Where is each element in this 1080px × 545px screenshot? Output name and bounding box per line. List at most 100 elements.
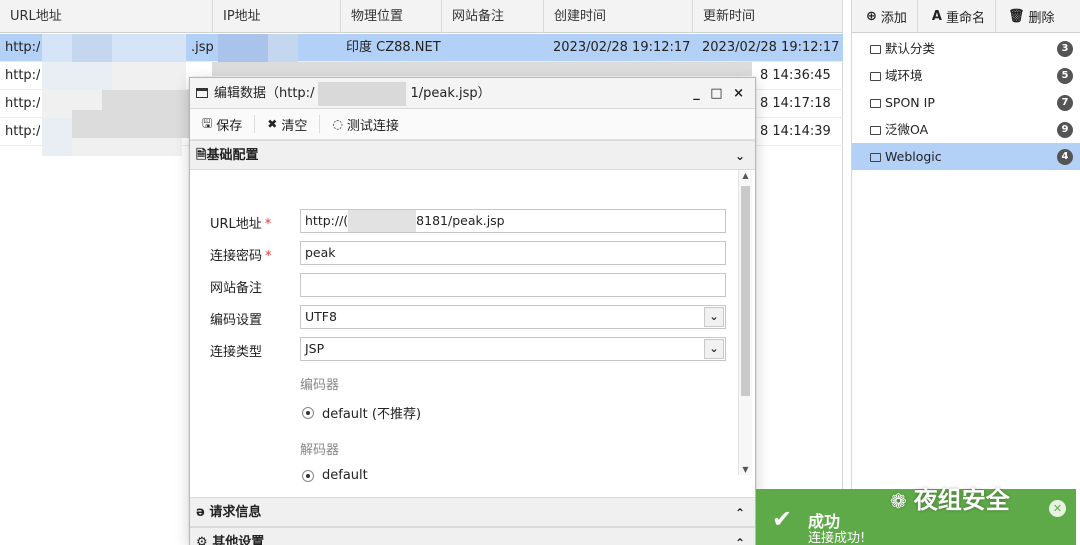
encoder-heading: 编码器 bbox=[300, 378, 340, 393]
password-label: 连接密码 * bbox=[210, 249, 272, 264]
clear-button[interactable]: ✖ 清空 bbox=[255, 115, 321, 134]
cell-created: 2023/02/28 19:12:17 bbox=[553, 40, 691, 55]
chevron-down-icon: ⌄ bbox=[734, 149, 745, 163]
category-label: 默认分类 bbox=[885, 41, 936, 56]
cell-location: 印度 CZ88.NET bbox=[346, 40, 441, 55]
section-other-settings[interactable]: ⚙ 其他设置 ⌃ bbox=[190, 527, 755, 545]
note-input[interactable] bbox=[300, 273, 726, 297]
spinner-icon: ◌ bbox=[332, 117, 343, 131]
chevron-up-icon: ⌃ bbox=[734, 536, 745, 545]
cell-url: http:/ bbox=[5, 68, 41, 83]
edit-data-dialog: 编辑数据（http:/ 1/peak.jsp） _ □ × 🖫 保存 ✖ 清空 ◌ 测试… bbox=[189, 77, 756, 545]
cell-updated: 8 14:17:18 bbox=[760, 96, 831, 111]
save-label: 保存 bbox=[216, 118, 243, 134]
chevron-down-icon: ⌄ bbox=[704, 339, 724, 359]
category-label: 泛微OA bbox=[885, 122, 929, 137]
category-item-domain[interactable]: 域环境 5 bbox=[852, 62, 1080, 89]
url-input[interactable]: http://(8181/peak.jsp bbox=[300, 209, 726, 233]
folder-icon bbox=[870, 72, 881, 81]
add-label: 添加 bbox=[880, 10, 907, 26]
window-controls[interactable]: _ □ × bbox=[693, 78, 747, 109]
plus-circle-icon: ⊕ bbox=[866, 8, 877, 24]
floppy-icon: 🖫 bbox=[202, 115, 213, 130]
category-item-spon-ip[interactable]: SPON IP 7 bbox=[852, 89, 1080, 116]
category-count-badge: 3 bbox=[1057, 41, 1073, 57]
close-icon: ✖ bbox=[267, 117, 278, 131]
watermark: ❁ 夜组安全 bbox=[890, 486, 1010, 514]
toast-message: 连接成功! bbox=[808, 531, 866, 545]
col-url[interactable]: URL地址 bbox=[0, 0, 213, 33]
category-item-weblogic[interactable]: Weblogic 4 bbox=[852, 143, 1080, 170]
cell-updated: 2023/02/28 19:12:17 bbox=[702, 40, 840, 55]
col-location[interactable]: 物理位置 bbox=[341, 0, 442, 33]
chevron-up-icon: ⌃ bbox=[734, 506, 745, 520]
col-created[interactable]: 创建时间 bbox=[544, 0, 693, 33]
dialog-titlebar[interactable]: 编辑数据（http:/ 1/peak.jsp） _ □ × bbox=[190, 78, 755, 109]
redaction-mosaic bbox=[318, 81, 407, 106]
window-icon bbox=[196, 88, 208, 98]
category-item-default[interactable]: 默认分类 3 bbox=[852, 35, 1080, 62]
url-label: URL地址 * bbox=[210, 217, 272, 232]
trash-icon: 🗑 bbox=[1008, 8, 1025, 24]
category-toolbar: ⊕ 添加 A 重命名 🗑 删除 bbox=[852, 0, 1080, 33]
scrollbar-thumb[interactable] bbox=[741, 186, 750, 396]
wechat-icon: ❁ bbox=[890, 489, 914, 513]
cell-url: http:/ bbox=[5, 96, 41, 111]
section-title: 其他设置 bbox=[212, 535, 265, 545]
cell-updated: 8 14:36:45 bbox=[760, 68, 831, 83]
basic-config-form: URL地址 * http://(8181/peak.jsp 连接密码 * peak … bbox=[190, 170, 755, 497]
note-label: 网站备注 bbox=[210, 281, 263, 296]
dialog-title-prefix: 编辑数据（http:/ bbox=[214, 86, 315, 101]
section-title: 基础配置 bbox=[206, 148, 259, 163]
category-count-badge: 7 bbox=[1057, 95, 1073, 111]
gears-icon: ⚙ bbox=[196, 535, 213, 545]
decoder-default-radio[interactable]: default bbox=[302, 468, 368, 483]
scroll-up-icon[interactable]: ▲ bbox=[739, 171, 752, 180]
col-note[interactable]: 网站备注 bbox=[442, 0, 544, 33]
close-icon[interactable]: ✕ bbox=[1049, 500, 1066, 517]
type-label: 连接类型 bbox=[210, 345, 263, 360]
section-title: 请求信息 bbox=[209, 505, 262, 520]
category-label: 域环境 bbox=[885, 68, 923, 83]
folder-icon bbox=[870, 153, 881, 162]
folder-icon bbox=[870, 45, 881, 54]
encoding-select[interactable]: UTF8 ⌄ bbox=[300, 305, 726, 329]
radio-checked-icon bbox=[302, 406, 314, 419]
radio-checked-icon bbox=[302, 469, 314, 482]
col-ip[interactable]: IP地址 bbox=[213, 0, 341, 33]
category-count-badge: 9 bbox=[1057, 122, 1073, 138]
category-count-badge: 4 bbox=[1057, 149, 1073, 165]
section-request-info[interactable]: ə 请求信息 ⌃ bbox=[190, 497, 755, 527]
rename-label: 重命名 bbox=[945, 10, 985, 26]
col-updated[interactable]: 更新时间 bbox=[693, 0, 843, 33]
category-count-badge: 5 bbox=[1057, 68, 1073, 84]
decoder-heading: 解码器 bbox=[300, 443, 340, 458]
cell-url: http:/ bbox=[5, 40, 41, 55]
font-icon: A bbox=[931, 8, 942, 24]
scroll-down-icon[interactable]: ▼ bbox=[739, 465, 752, 474]
check-icon: ✔ bbox=[772, 505, 793, 533]
category-item-fanwei-oa[interactable]: 泛微OA 9 bbox=[852, 116, 1080, 143]
test-label: 测试连接 bbox=[346, 118, 399, 134]
category-panel: ⊕ 添加 A 重命名 🗑 删除 默认分类 3 域环境 5 SPON IP 7 泛… bbox=[851, 0, 1080, 545]
type-select[interactable]: JSP ⌄ bbox=[300, 337, 726, 361]
password-input[interactable]: peak bbox=[300, 241, 726, 265]
redaction-mosaic bbox=[348, 210, 417, 232]
chevron-down-icon: ⌄ bbox=[704, 307, 724, 327]
cell-url-suffix: .jsp bbox=[191, 40, 214, 55]
category-label: Weblogic bbox=[885, 149, 942, 164]
add-category-button[interactable]: ⊕ 添加 bbox=[852, 0, 918, 33]
section-basic-config[interactable]: 🗎基础配置 ⌄ bbox=[190, 140, 755, 170]
encoding-label: 编码设置 bbox=[210, 313, 263, 328]
dialog-toolbar: 🖫 保存 ✖ 清空 ◌ 测试连接 bbox=[190, 109, 755, 140]
refresh-icon: ə bbox=[196, 505, 210, 520]
table-header: URL地址 IP地址 物理位置 网站备注 创建时间 更新时间 bbox=[0, 0, 843, 33]
form-scrollbar[interactable]: ▲ ▼ bbox=[738, 170, 752, 475]
category-label: SPON IP bbox=[885, 95, 935, 110]
rename-category-button[interactable]: A 重命名 bbox=[918, 0, 996, 33]
delete-category-button[interactable]: 🗑 删除 bbox=[996, 0, 1065, 33]
cell-url: http:/ bbox=[5, 124, 41, 139]
test-connection-button[interactable]: ◌ 测试连接 bbox=[320, 115, 411, 134]
save-button[interactable]: 🖫 保存 bbox=[190, 115, 256, 134]
encoder-default-radio[interactable]: default (不推荐) bbox=[302, 403, 421, 422]
